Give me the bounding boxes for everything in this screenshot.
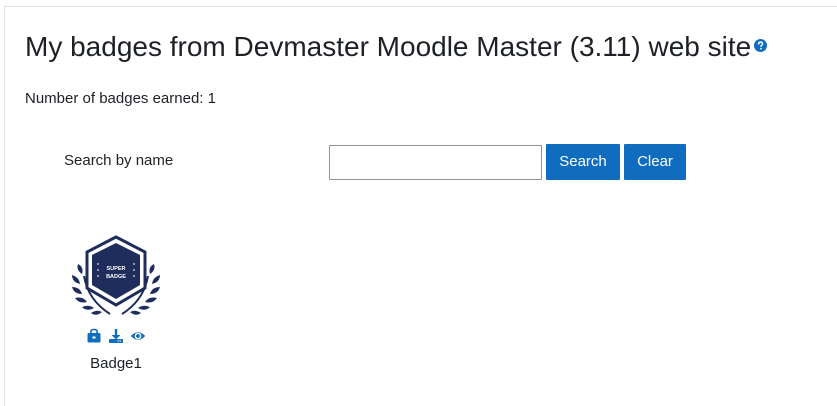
question-circle-icon[interactable]	[754, 39, 768, 53]
badge-actions	[60, 328, 172, 346]
badge-item[interactable]: SUPER BADGE Badge1	[60, 234, 172, 374]
search-label: Search by name	[64, 152, 174, 169]
view-icon[interactable]	[130, 328, 146, 344]
page-title: My badges from Devmaster Moodle Master (…	[25, 27, 768, 67]
search-input[interactable]	[329, 145, 542, 180]
badge-name[interactable]: Badge1	[60, 354, 172, 374]
add-to-backpack-icon[interactable]	[86, 328, 102, 344]
badge-image-text-1: SUPER	[107, 266, 126, 272]
badge-image[interactable]: SUPER BADGE	[68, 234, 164, 318]
badge-image-text-2: BADGE	[106, 274, 126, 280]
search-button[interactable]: Search	[546, 144, 620, 180]
page-title-text: My badges from Devmaster Moodle Master (…	[25, 31, 752, 62]
download-icon[interactable]	[108, 328, 124, 344]
badge-count: Number of badges earned: 1	[25, 90, 216, 107]
clear-button[interactable]: Clear	[624, 144, 686, 180]
